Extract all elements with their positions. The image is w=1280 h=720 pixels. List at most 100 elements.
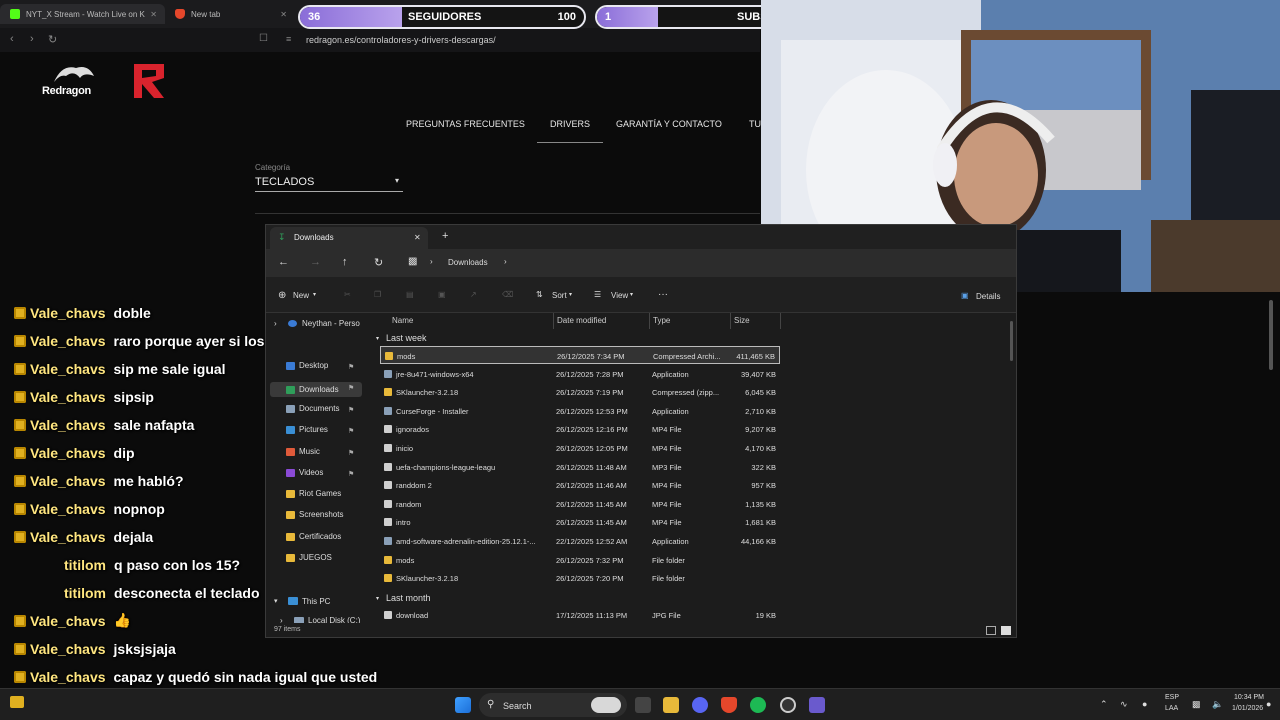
file-row[interactable]: download 17/12/2025 11:13 PM JPG File 19 KB	[380, 606, 780, 624]
column-type[interactable]: Type	[653, 316, 670, 325]
column-name[interactable]: Name	[392, 316, 413, 325]
spotify-icon[interactable]	[750, 697, 766, 713]
discord-icon[interactable]	[692, 697, 708, 713]
bookmark-icon[interactable]: ☐	[259, 33, 268, 44]
breadcrumb-downloads[interactable]: Downloads	[448, 258, 488, 267]
sidebar-item-riot-games[interactable]: Riot Games	[286, 489, 341, 498]
tab-stream[interactable]: NYT_X Stream - Watch Live on K ✕	[0, 4, 165, 24]
sidebar-item-screenshots[interactable]: Screenshots	[286, 510, 343, 519]
reload-icon[interactable]: ↻	[48, 33, 57, 46]
file-row[interactable]: ignorados 26/12/2025 12:16 PM MP4 File 9,20…	[380, 420, 780, 438]
view-button[interactable]: View	[611, 291, 628, 300]
sidebar-item-onedrive[interactable]: Neythan - Perso	[302, 319, 360, 328]
nav-drivers[interactable]: DRIVERS	[550, 119, 590, 129]
forward-icon[interactable]: ›	[30, 33, 34, 45]
group-last-month[interactable]: Last month	[386, 593, 431, 603]
details-button[interactable]: Details	[976, 292, 1000, 301]
chevron-down-icon[interactable]: ▾	[274, 597, 278, 605]
group-last-week[interactable]: Last week	[386, 333, 427, 343]
more-options-button[interactable]: ···	[658, 289, 668, 300]
language-code[interactable]: ESP	[1165, 694, 1179, 701]
column-size[interactable]: Size	[734, 316, 750, 325]
refresh-icon[interactable]: ↻	[374, 256, 383, 269]
widgets-icon[interactable]	[10, 696, 24, 708]
file-row[interactable]: randdom 2 26/12/2025 11:46 AM MP4 File 957 …	[380, 476, 780, 494]
cut-icon[interactable]: ✂	[344, 290, 351, 299]
sidebar-item-documents[interactable]: Documents	[286, 404, 339, 413]
pin-icon[interactable]: ⚑	[348, 363, 354, 371]
sort-button[interactable]: Sort	[552, 291, 567, 300]
file-row[interactable]: inicio 26/12/2025 12:05 PM MP4 File 4,170 K…	[380, 439, 780, 457]
volume-icon[interactable]: 🔈	[1212, 699, 1223, 710]
tab-new[interactable]: New tab ✕	[165, 4, 295, 24]
rename-icon[interactable]: ▣	[438, 290, 446, 299]
file-row[interactable]: mods 26/12/2025 7:34 PM Compressed Archi..…	[380, 346, 780, 364]
start-windows-icon[interactable]	[455, 697, 471, 713]
tiles-view-icon[interactable]	[1001, 626, 1011, 635]
chevron-down-icon[interactable]: ▾	[395, 176, 399, 185]
sidebar-item-desktop[interactable]: Desktop	[286, 361, 328, 370]
url-field[interactable]: redragon.es/controladores-y-drivers-desc…	[306, 35, 496, 45]
sidebar-item-juegos[interactable]: JUEGOS	[286, 553, 332, 562]
sidebar-item-this-pc[interactable]: This PC	[302, 597, 330, 606]
sidebar-item-videos[interactable]: Videos	[286, 468, 323, 477]
column-date[interactable]: Date modified	[557, 316, 606, 325]
category-select[interactable]: TECLADOS	[255, 176, 314, 188]
file-explorer-icon[interactable]	[663, 697, 679, 713]
column-divider[interactable]	[553, 313, 554, 329]
nav-warranty[interactable]: GARANTÍA Y CONTACTO	[616, 119, 722, 129]
paste-icon[interactable]: ▤	[406, 290, 414, 299]
file-row[interactable]: SKlauncher-3.2.18 26/12/2025 7:19 PM Compr…	[380, 383, 780, 401]
chevron-down-icon[interactable]: ▾	[376, 595, 379, 602]
pin-icon[interactable]: ⚑	[348, 449, 354, 457]
pin-icon[interactable]: ⚑	[348, 384, 354, 392]
nav-more[interactable]: TU	[749, 119, 761, 129]
file-row[interactable]: jre-8u471-windows-x64 26/12/2025 7:28 PM A…	[380, 365, 780, 383]
page-scrollbar-thumb[interactable]	[1269, 300, 1273, 370]
network-icon[interactable]: ∿	[1120, 699, 1128, 710]
forward-arrow-icon[interactable]: →	[310, 256, 321, 268]
delete-icon[interactable]: ⌫	[502, 290, 513, 299]
column-divider[interactable]	[730, 313, 731, 329]
back-icon[interactable]: ‹	[10, 33, 14, 45]
pin-icon[interactable]: ⚑	[348, 427, 354, 435]
chevron-right-icon[interactable]: ›	[274, 319, 277, 328]
share-icon[interactable]: ↗	[470, 290, 477, 299]
tray-chevron-up-icon[interactable]: ⌃	[1100, 699, 1108, 710]
file-row[interactable]: uefa-champions-league-leagu 26/12/2025 11…	[380, 458, 780, 476]
sidebar-item-music[interactable]: Music	[286, 447, 320, 456]
chevron-down-icon[interactable]: ▾	[376, 335, 379, 342]
nav-faq[interactable]: PREGUNTAS FRECUENTES	[406, 119, 525, 129]
file-row[interactable]: CurseForge - Installer 26/12/2025 12:53 P…	[380, 402, 780, 420]
scrollbar-thumb[interactable]	[1010, 321, 1013, 361]
task-view-icon[interactable]	[635, 697, 651, 713]
clock-time[interactable]: 10:34 PM	[1234, 694, 1264, 701]
close-icon[interactable]: ✕	[414, 233, 421, 242]
steam-icon[interactable]	[780, 697, 796, 713]
copy-icon[interactable]: ❐	[374, 290, 381, 299]
tab-close-icon[interactable]: ✕	[280, 10, 287, 19]
tab-close-icon[interactable]: ✕	[150, 10, 157, 19]
back-arrow-icon[interactable]: ←	[278, 256, 289, 268]
up-arrow-icon[interactable]: ↑	[342, 256, 348, 268]
new-button[interactable]: New	[293, 291, 309, 300]
details-view-icon[interactable]	[986, 626, 996, 635]
pin-icon[interactable]: ⚑	[348, 470, 354, 478]
region-code[interactable]: LAA	[1165, 705, 1178, 712]
file-row[interactable]: mods 26/12/2025 7:32 PM File folder	[380, 551, 780, 569]
brave-icon[interactable]	[721, 697, 737, 713]
site-info-icon[interactable]: ≡	[286, 34, 291, 44]
file-row[interactable]: random 26/12/2025 11:45 AM MP4 File 1,135 K…	[380, 495, 780, 513]
column-divider[interactable]	[780, 313, 781, 329]
sidebar-item-certificados[interactable]: Certificados	[286, 532, 341, 541]
notifications-icon[interactable]: ●	[1266, 699, 1271, 709]
file-row[interactable]: SKlauncher-3.2.18 26/12/2025 7:20 PM File …	[380, 569, 780, 587]
explorer-tab-downloads[interactable]: ↧ Downloads ✕	[270, 227, 428, 249]
sidebar-item-pictures[interactable]: Pictures	[286, 425, 328, 434]
clock-date[interactable]: 1/01/2026	[1232, 705, 1263, 712]
file-row[interactable]: amd-software-adrenalin-edition-25.12.1-.…	[380, 532, 780, 550]
microphone-icon[interactable]: ●	[1142, 699, 1147, 709]
display-icon[interactable]: ▩	[1192, 699, 1201, 710]
monitor-icon[interactable]: ▩	[408, 256, 417, 267]
file-row[interactable]: intro 26/12/2025 11:45 AM MP4 File 1,681 KB	[380, 513, 780, 531]
